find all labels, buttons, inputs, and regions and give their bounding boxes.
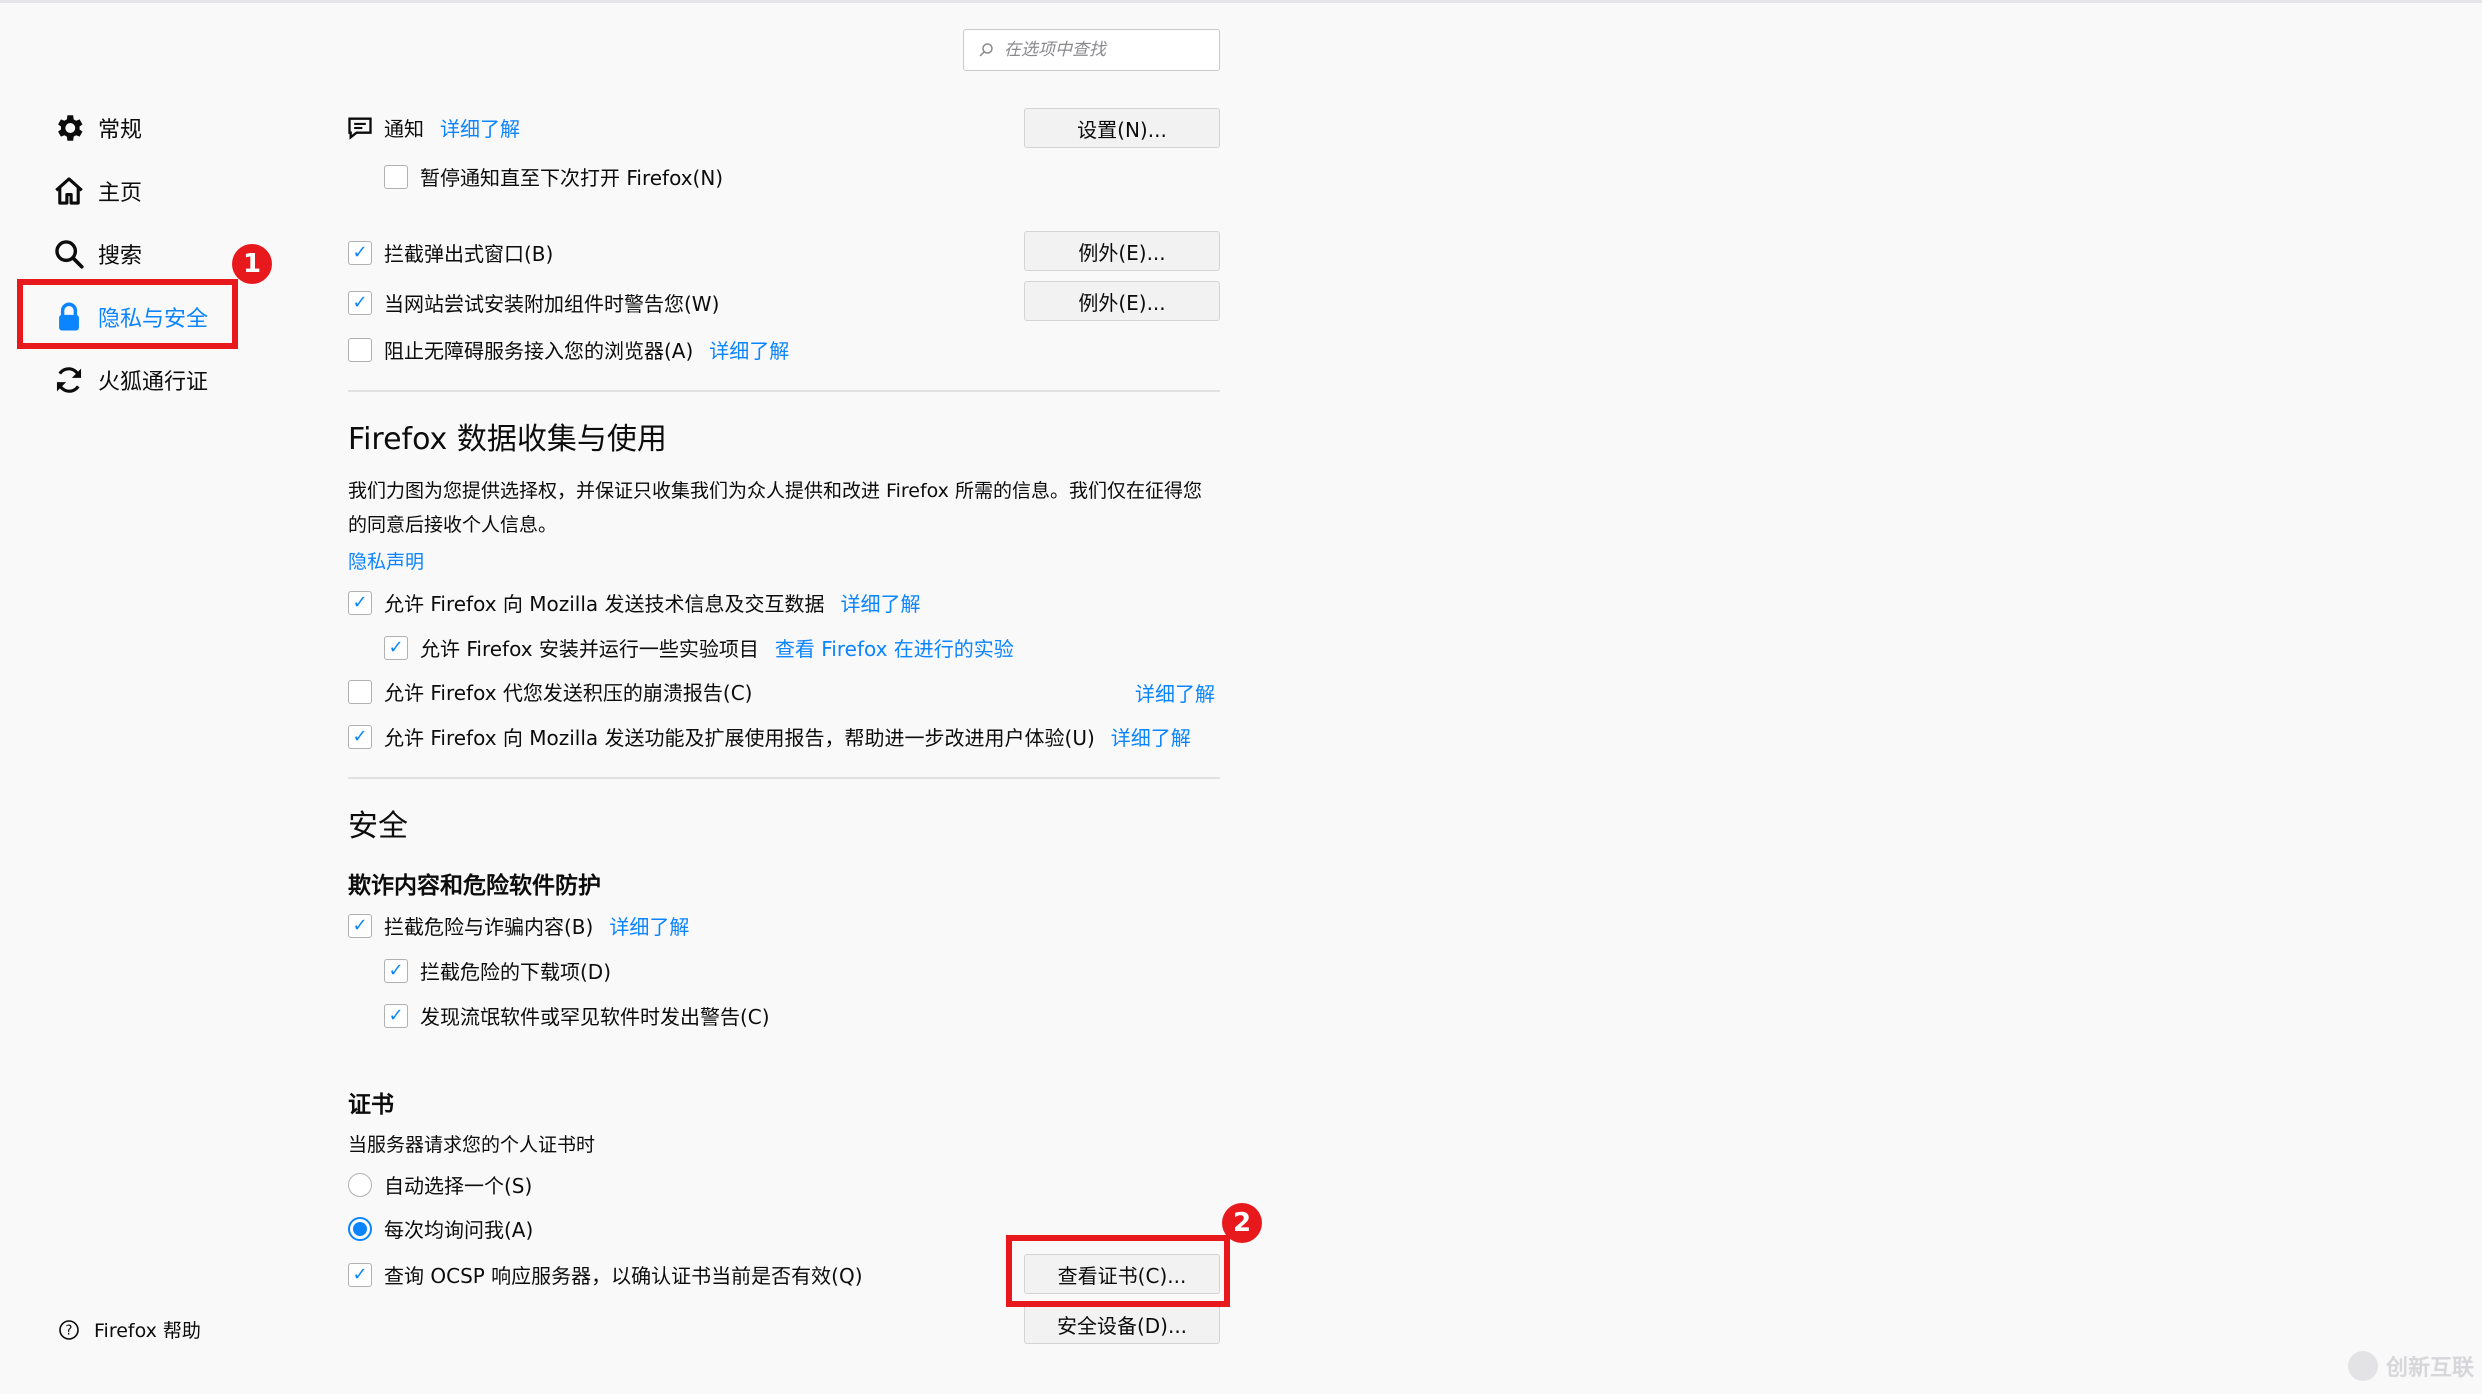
warn-unwanted-checkbox[interactable]: ✓ xyxy=(384,1003,408,1028)
notifications-row: 通知 详细了解 xyxy=(346,113,520,142)
sidebar-item-label: 主页 xyxy=(98,181,143,206)
block-popups-row[interactable]: ✓ 拦截弹出式窗口(B) xyxy=(348,238,553,267)
block-downloads-row[interactable]: ✓ 拦截危险的下载项(D) xyxy=(384,956,611,985)
block-accessibility-label: 阻止无障碍服务接入您的浏览器(A) xyxy=(384,339,694,363)
accessibility-learn-more-link[interactable]: 详细了解 xyxy=(709,335,789,364)
window-top-border xyxy=(0,0,2482,3)
warn-addons-label: 当网站尝试安装附加组件时警告您(W) xyxy=(384,292,720,316)
crash-reports-learn-more-link[interactable]: 详细了解 xyxy=(1135,678,1215,707)
certificates-heading: 证书 xyxy=(348,1092,394,1118)
block-dangerous-row[interactable]: ✓ 拦截危险与诈骗内容(B) 详细了解 xyxy=(348,911,689,940)
notifications-settings-button[interactable]: 设置(N)... xyxy=(1024,108,1220,148)
block-popups-checkbox[interactable]: ✓ xyxy=(348,240,372,265)
ask-every-time-radio[interactable] xyxy=(348,1216,372,1241)
warn-unwanted-row[interactable]: ✓ 发现流氓软件或罕见软件时发出警告(C) xyxy=(384,1001,770,1030)
extension-reports-row[interactable]: ✓ 允许 Firefox 向 Mozilla 发送功能及扩展使用报告，帮助进一步… xyxy=(348,722,1191,751)
sidebar-item-firefox-account[interactable]: 火狐通行证 xyxy=(52,356,242,404)
block-downloads-label: 拦截危险的下载项(D) xyxy=(420,960,612,984)
extension-reports-label: 允许 Firefox 向 Mozilla 发送功能及扩展使用报告，帮助进一步改进… xyxy=(384,726,1095,750)
ocsp-row[interactable]: ✓ 查询 OCSP 响应服务器，以确认证书当前是否有效(Q) xyxy=(348,1260,863,1289)
ask-every-time-label: 每次均询问我(A) xyxy=(384,1218,534,1242)
crash-reports-checkbox[interactable] xyxy=(348,679,372,704)
security-heading: 安全 xyxy=(348,809,408,844)
gear-icon xyxy=(58,115,83,141)
radio-selected-dot xyxy=(353,1221,367,1236)
home-icon xyxy=(55,177,83,205)
search-input[interactable] xyxy=(1002,39,1202,61)
data-collection-heading: Firefox 数据收集与使用 xyxy=(348,422,667,457)
pause-notifications-label: 暂停通知直至下次打开 Firefox(N) xyxy=(420,166,724,190)
sidebar-item-general[interactable]: 常规 xyxy=(52,104,242,152)
block-dangerous-learn-more-link[interactable]: 详细了解 xyxy=(609,911,689,940)
help-label: Firefox 帮助 xyxy=(94,1320,201,1342)
block-dangerous-checkbox[interactable]: ✓ xyxy=(348,913,372,938)
security-devices-button[interactable]: 安全设备(D)... xyxy=(1024,1304,1220,1344)
watermark: 创新互联 xyxy=(2348,1350,2474,1382)
watermark-logo-icon xyxy=(2348,1351,2378,1381)
search-icon xyxy=(979,43,993,57)
annotation-highlight-box xyxy=(17,279,238,349)
help-icon: ? xyxy=(59,1319,79,1340)
auto-select-radio[interactable] xyxy=(348,1172,372,1197)
search-icon xyxy=(55,240,84,269)
technical-data-checkbox[interactable]: ✓ xyxy=(348,590,372,615)
crash-reports-label: 允许 Firefox 代您发送积压的崩溃报告(C) xyxy=(384,681,753,705)
section-divider xyxy=(348,777,1220,779)
sidebar-item-label: 搜索 xyxy=(98,244,143,269)
ocsp-label: 查询 OCSP 响应服务器，以确认证书当前是否有效(Q) xyxy=(384,1264,863,1288)
block-accessibility-row[interactable]: 阻止无障碍服务接入您的浏览器(A) 详细了解 xyxy=(348,335,789,364)
deceptive-content-heading: 欺诈内容和危险软件防护 xyxy=(348,873,601,899)
chat-bubble-icon xyxy=(348,117,372,140)
annotation-badge: 2 xyxy=(1222,1203,1262,1243)
studies-label: 允许 Firefox 安装并运行一些实验项目 xyxy=(420,637,759,661)
sync-icon xyxy=(56,367,82,393)
technical-data-label: 允许 Firefox 向 Mozilla 发送技术信息及交互数据 xyxy=(384,592,825,616)
warn-unwanted-label: 发现流氓软件或罕见软件时发出警告(C) xyxy=(420,1005,770,1029)
block-downloads-checkbox[interactable]: ✓ xyxy=(384,958,408,983)
block-popups-label: 拦截弹出式窗口(B) xyxy=(384,242,554,266)
pause-notifications-checkbox[interactable] xyxy=(384,164,408,189)
extension-reports-learn-more-link[interactable]: 详细了解 xyxy=(1111,722,1191,751)
pause-notifications-row[interactable]: 暂停通知直至下次打开 Firefox(N) xyxy=(384,162,723,191)
privacy-notice-link[interactable]: 隐私声明 xyxy=(348,547,424,574)
notifications-learn-more-link[interactable]: 详细了解 xyxy=(440,113,520,142)
data-collection-description: 我们力图为您提供选择权，并保证只收集我们为众人提供和改进 Firefox 所需的… xyxy=(348,480,1202,536)
block-accessibility-checkbox[interactable] xyxy=(348,337,372,362)
ocsp-checkbox[interactable]: ✓ xyxy=(348,1262,372,1287)
sidebar-item-label: 火狐通行证 xyxy=(98,370,209,395)
popup-exceptions-button[interactable]: 例外(E)... xyxy=(1024,231,1220,271)
annotation-badge: 1 xyxy=(232,244,272,284)
warn-addons-checkbox[interactable]: ✓ xyxy=(348,290,372,315)
technical-data-learn-more-link[interactable]: 详细了解 xyxy=(841,588,921,617)
sidebar-item-label: 常规 xyxy=(98,118,143,143)
sidebar-item-search[interactable]: 搜索 xyxy=(52,230,242,278)
firefox-help-link[interactable]: ? Firefox 帮助 xyxy=(58,1316,201,1343)
certificate-request-label: 当服务器请求您的个人证书时 xyxy=(348,1134,596,1156)
crash-reports-row[interactable]: 允许 Firefox 代您发送积压的崩溃报告(C) xyxy=(348,677,752,706)
technical-data-row[interactable]: ✓ 允许 Firefox 向 Mozilla 发送技术信息及交互数据 详细了解 xyxy=(348,588,921,617)
auto-select-label: 自动选择一个(S) xyxy=(384,1174,533,1198)
extension-reports-checkbox[interactable]: ✓ xyxy=(348,724,372,749)
view-studies-link[interactable]: 查看 Firefox 在进行的实验 xyxy=(775,633,1014,662)
auto-select-row[interactable]: 自动选择一个(S) xyxy=(348,1170,532,1199)
ask-every-time-row[interactable]: 每次均询问我(A) xyxy=(348,1214,533,1243)
warn-addons-row[interactable]: ✓ 当网站尝试安装附加组件时警告您(W) xyxy=(348,288,719,317)
block-dangerous-label: 拦截危险与诈骗内容(B) xyxy=(384,915,594,939)
studies-checkbox[interactable]: ✓ xyxy=(384,635,408,660)
svg-text:?: ? xyxy=(66,1323,73,1338)
notifications-label: 通知 xyxy=(384,117,424,141)
studies-row[interactable]: ✓ 允许 Firefox 安装并运行一些实验项目 查看 Firefox 在进行的… xyxy=(384,633,1014,662)
addon-exceptions-button[interactable]: 例外(E)... xyxy=(1024,281,1220,321)
watermark-text: 创新互联 xyxy=(2386,1356,2475,1381)
annotation-highlight-box xyxy=(1006,1235,1230,1307)
section-divider xyxy=(348,390,1220,392)
options-search-box[interactable] xyxy=(963,29,1220,71)
sidebar-item-home[interactable]: 主页 xyxy=(52,167,242,215)
